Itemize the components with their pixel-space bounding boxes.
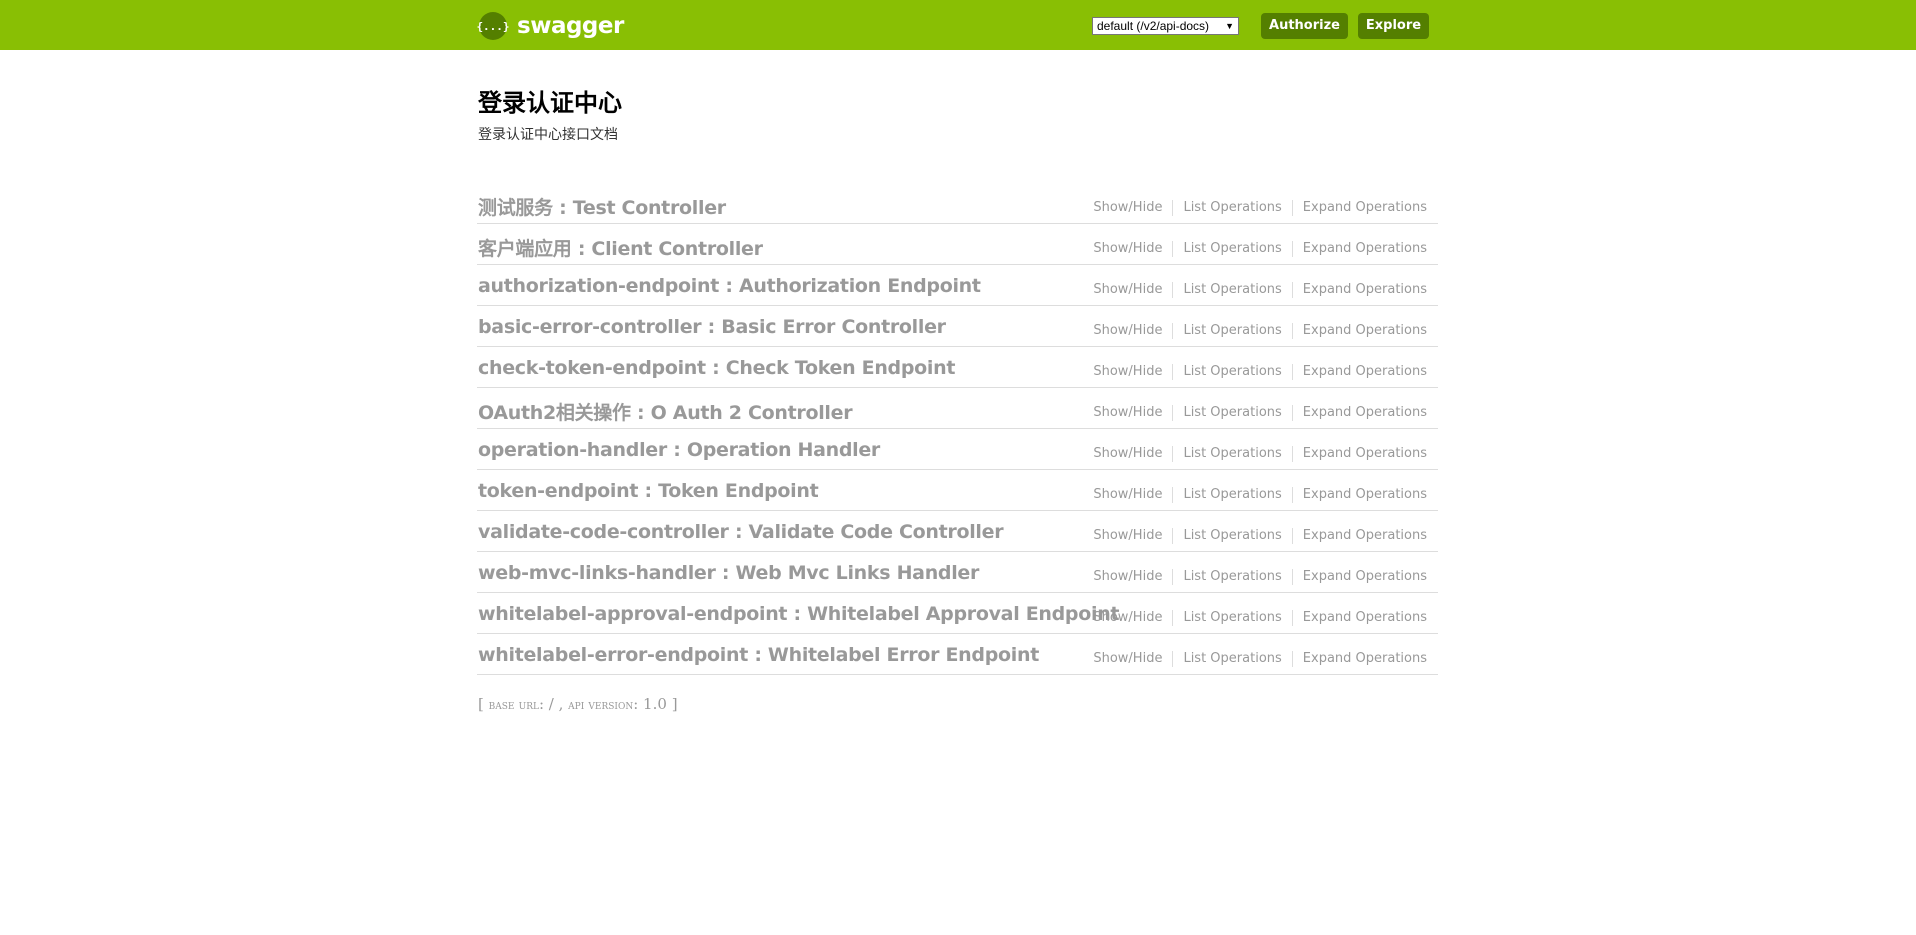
list-operations-link[interactable]: List Operations [1172,651,1291,667]
resource-row: basic-error-controller : Basic Error Con… [477,307,1438,347]
resource-row: operation-handler : Operation Handler Sho… [477,430,1438,470]
resource-title-link[interactable]: check-token-endpoint : Check Token Endpo… [478,357,955,379]
expand-operations-link[interactable]: Expand Operations [1291,651,1427,667]
expand-operations-link[interactable]: Expand Operations [1291,446,1427,462]
api-version-label: api version [568,698,634,713]
resource-operations: Show/Hide List Operations Expand Operation… [1083,651,1427,667]
show-hide-link[interactable]: Show/Hide [1083,405,1172,421]
expand-operations-link[interactable]: Expand Operations [1291,569,1427,585]
page-title: 登录认证中心 [478,89,622,117]
resource-row: 客户端应用 : Client Controller Show/Hide List O… [477,225,1438,265]
resource-title-link[interactable]: web-mvc-links-handler : Web Mvc Links Ha… [478,562,979,584]
swagger-logo-icon: {...} [476,12,510,40]
list-operations-link[interactable]: List Operations [1172,446,1291,462]
explore-button[interactable]: Explore [1358,13,1429,39]
select-caret-icon: ▼ [1225,21,1234,31]
list-operations-link[interactable]: List Operations [1172,323,1291,339]
resource-title-link[interactable]: operation-handler : Operation Handler [478,439,880,461]
expand-operations-link[interactable]: Expand Operations [1291,610,1427,626]
resource-operations: Show/Hide List Operations Expand Operation… [1083,569,1427,585]
resource-title-link[interactable]: validate-code-controller : Validate Code… [478,521,1004,543]
resource-row: check-token-endpoint : Check Token Endpo… [477,348,1438,388]
expand-operations-link[interactable]: Expand Operations [1291,487,1427,503]
expand-operations-link[interactable]: Expand Operations [1291,200,1427,216]
list-operations-link[interactable]: List Operations [1172,487,1291,503]
expand-operations-link[interactable]: Expand Operations [1291,282,1427,298]
resource-row: 测试服务 : Test Controller Show/Hide List Oper… [477,184,1438,224]
resource-row: token-endpoint : Token Endpoint Show/Hide… [477,471,1438,511]
show-hide-link[interactable]: Show/Hide [1083,528,1172,544]
base-url-label: base url [488,698,539,713]
navbar-container: {...} swagger default (/v2/api-docs) ▼ A… [476,0,1429,50]
resource-operations: Show/Hide List Operations Expand Operation… [1083,528,1427,544]
show-hide-link[interactable]: Show/Hide [1083,282,1172,298]
resource-operations: Show/Hide List Operations Expand Operation… [1083,405,1427,421]
api-docs-select-value: default (/v2/api-docs) [1097,19,1210,33]
resource-row: whitelabel-error-endpoint : Whitelabel E… [477,635,1438,675]
resource-operations: Show/Hide List Operations Expand Operation… [1083,241,1427,257]
authorize-button[interactable]: Authorize [1261,13,1348,39]
list-operations-link[interactable]: List Operations [1172,200,1291,216]
page-description: 登录认证中心接口文档 [478,127,618,143]
resource-row: web-mvc-links-handler : Web Mvc Links Ha… [477,553,1438,593]
resource-operations: Show/Hide List Operations Expand Operation… [1083,446,1427,462]
resource-title-link[interactable]: whitelabel-error-endpoint : Whitelabel E… [478,644,1039,666]
resource-title-link[interactable]: token-endpoint : Token Endpoint [478,480,819,502]
resource-operations: Show/Hide List Operations Expand Operation… [1083,610,1427,626]
resource-row: whitelabel-approval-endpoint : Whitelabe… [477,594,1438,634]
resource-title-link[interactable]: 测试服务 : Test Controller [478,193,726,220]
resource-title-link[interactable]: authorization-endpoint : Authorization E… [478,275,981,297]
api-docs-select[interactable]: default (/v2/api-docs) ▼ [1092,17,1239,35]
list-operations-link[interactable]: List Operations [1172,528,1291,544]
show-hide-link[interactable]: Show/Hide [1083,241,1172,257]
resource-operations: Show/Hide List Operations Expand Operation… [1083,487,1427,503]
show-hide-link[interactable]: Show/Hide [1083,323,1172,339]
resource-title-link[interactable]: 客户端应用 : Client Controller [478,234,763,261]
resource-title-link[interactable]: basic-error-controller : Basic Error Con… [478,316,946,338]
list-operations-link[interactable]: List Operations [1172,241,1291,257]
expand-operations-link[interactable]: Expand Operations [1291,323,1427,339]
api-footer: [ base url: / , api version: 1.0 ] [478,695,678,713]
list-operations-link[interactable]: List Operations [1172,569,1291,585]
show-hide-link[interactable]: Show/Hide [1083,651,1172,667]
show-hide-link[interactable]: Show/Hide [1083,200,1172,216]
list-operations-link[interactable]: List Operations [1172,282,1291,298]
expand-operations-link[interactable]: Expand Operations [1291,528,1427,544]
expand-operations-link[interactable]: Expand Operations [1291,241,1427,257]
show-hide-link[interactable]: Show/Hide [1083,610,1172,626]
resource-title-link[interactable]: whitelabel-approval-endpoint : Whitelabe… [478,603,1120,625]
show-hide-link[interactable]: Show/Hide [1083,446,1172,462]
list-operations-link[interactable]: List Operations [1172,610,1291,626]
base-url-value: : / , [538,695,564,713]
resource-operations: Show/Hide List Operations Expand Operation… [1083,323,1427,339]
top-navbar: {...} swagger default (/v2/api-docs) ▼ A… [0,0,1916,50]
resource-list: 测试服务 : Test Controller Show/Hide List Oper… [477,184,1438,676]
resource-row: OAuth2相关操作 : O Auth 2 Controller Show/Hid… [477,389,1438,429]
show-hide-link[interactable]: Show/Hide [1083,364,1172,380]
api-version-value: : 1.0 [633,695,667,713]
resource-operations: Show/Hide List Operations Expand Operation… [1083,282,1427,298]
resource-operations: Show/Hide List Operations Expand Operation… [1083,200,1427,216]
show-hide-link[interactable]: Show/Hide [1083,569,1172,585]
resource-row: authorization-endpoint : Authorization E… [477,266,1438,306]
api-info: 登录认证中心 登录认证中心接口文档 [478,86,622,144]
show-hide-link[interactable]: Show/Hide [1083,487,1172,503]
resource-operations: Show/Hide List Operations Expand Operation… [1083,364,1427,380]
footer-open-bracket: [ [478,695,484,713]
list-operations-link[interactable]: List Operations [1172,405,1291,421]
swagger-logo[interactable]: {...} swagger [476,12,624,40]
expand-operations-link[interactable]: Expand Operations [1291,405,1427,421]
expand-operations-link[interactable]: Expand Operations [1291,364,1427,380]
swagger-logo-text: swagger [517,13,624,39]
resource-row: validate-code-controller : Validate Code… [477,512,1438,552]
resource-title-link[interactable]: OAuth2相关操作 : O Auth 2 Controller [478,398,853,425]
list-operations-link[interactable]: List Operations [1172,364,1291,380]
footer-close-bracket: ] [671,695,678,713]
